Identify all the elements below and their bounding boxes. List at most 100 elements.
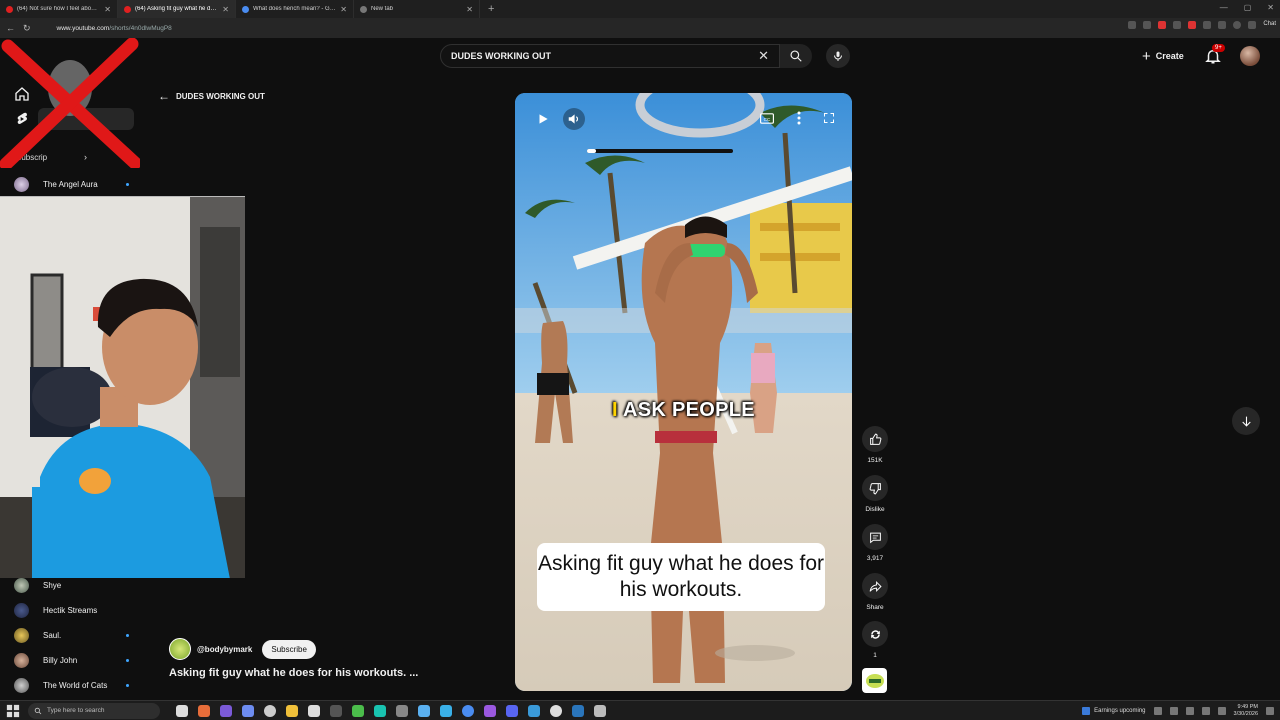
app-icon[interactable] <box>484 704 496 717</box>
chat-button[interactable]: Chat <box>1263 21 1276 29</box>
volume-button[interactable] <box>563 108 585 130</box>
profile-icon[interactable] <box>1233 21 1242 29</box>
next-video-button[interactable] <box>1232 407 1260 435</box>
comments-button[interactable] <box>862 524 888 550</box>
app-icon[interactable] <box>242 704 254 717</box>
extension-icon[interactable] <box>1143 21 1152 29</box>
app-icon[interactable] <box>440 704 452 717</box>
reload-icon[interactable]: ↻ <box>23 23 31 34</box>
video-caption-box: Asking fit guy what he does for his work… <box>537 543 825 611</box>
close-icon[interactable]: ✕ <box>466 5 473 14</box>
shorts-video-player[interactable]: CC I ASK PEOPLE Asking fit guy what he d… <box>515 93 852 691</box>
like-button[interactable] <box>862 426 888 452</box>
maximize-icon[interactable]: ▢ <box>1244 3 1252 12</box>
sidebar-channel[interactable]: The Angel Aura <box>14 176 129 192</box>
tray-icon[interactable] <box>1185 707 1194 715</box>
back-icon[interactable]: ← <box>6 23 15 33</box>
more-options-button[interactable] <box>793 109 805 127</box>
app-icon[interactable] <box>550 704 562 717</box>
tray-icon[interactable] <box>1169 707 1178 715</box>
app-icon[interactable] <box>286 704 298 717</box>
search-button[interactable] <box>780 44 812 68</box>
notifications-tray-icon[interactable] <box>1266 707 1274 715</box>
browser-tab-active[interactable]: (64) Asking fit guy what he does fo ✕ <box>118 0 236 18</box>
minimize-icon[interactable]: — <box>1220 3 1228 12</box>
sidebar-channel[interactable]: Shye <box>14 577 129 593</box>
new-tab-button[interactable]: + <box>480 3 502 15</box>
app-icon[interactable] <box>330 704 342 717</box>
cc-icon: CC <box>760 112 774 124</box>
search-input[interactable]: DUDES WORKING OUT ✕ <box>440 44 780 68</box>
windows-start-icon[interactable] <box>6 704 20 718</box>
settings-icon[interactable] <box>594 704 606 717</box>
extension-icon[interactable] <box>1173 21 1182 29</box>
search-icon <box>790 50 802 62</box>
tab-title: (64) Not sure how I feel about the <box>17 6 101 12</box>
account-avatar[interactable] <box>1240 46 1260 66</box>
clock[interactable]: 9:49 PM 3/30/2026 <box>1234 704 1258 718</box>
taskbar-search-input[interactable]: Type here to search <box>28 702 160 719</box>
app-icon[interactable] <box>374 704 386 717</box>
sidebar-channel[interactable]: Hectik Streams <box>14 602 129 618</box>
app-icon[interactable] <box>220 704 232 717</box>
new-content-dot <box>126 633 129 637</box>
close-icon[interactable]: ✕ <box>340 5 347 14</box>
video-progress-bar[interactable] <box>587 149 733 153</box>
share-button[interactable] <box>862 573 888 599</box>
extension-icon[interactable] <box>1203 21 1212 29</box>
menu-icon[interactable] <box>1248 21 1257 29</box>
tray-icon[interactable] <box>1217 707 1226 715</box>
browser-tab-bar: (64) Not sure how I feel about the ✕ (64)… <box>0 0 1280 18</box>
sidebar-channel[interactable]: Saul. <box>14 627 129 643</box>
back-to-search-link[interactable]: ← DUDES WORKING OUT <box>158 89 265 103</box>
url-host: www.youtube.com <box>56 24 110 32</box>
url-field[interactable]: www.youtube.com/shorts/4n0dlwMugP8 <box>57 25 172 32</box>
extension-icon[interactable] <box>1188 21 1197 29</box>
voice-search-button[interactable] <box>826 44 850 68</box>
tray-icon[interactable] <box>1201 707 1210 715</box>
subscribe-button[interactable]: Subscribe <box>262 639 316 659</box>
close-icon[interactable]: ✕ <box>222 5 229 14</box>
channel-avatar[interactable] <box>169 638 191 660</box>
extension-icon[interactable] <box>1158 21 1167 29</box>
share-label: Share <box>866 604 884 611</box>
play-button[interactable] <box>533 109 553 129</box>
app-icon[interactable] <box>528 704 540 717</box>
steam-icon[interactable] <box>572 704 584 717</box>
channel-handle[interactable]: @bodybymark <box>197 645 252 654</box>
app-icon[interactable] <box>352 704 364 717</box>
app-icon[interactable] <box>198 704 210 717</box>
create-button[interactable]: + Create <box>1136 46 1190 66</box>
arrow-left-icon: ← <box>158 89 170 103</box>
browser-tab[interactable]: New tab ✕ <box>354 0 480 18</box>
fullscreen-button[interactable] <box>820 109 838 127</box>
sidebar-channel[interactable]: The World of Cats <box>14 677 129 693</box>
browser-tab[interactable]: What does hench mean? - Google ✕ <box>236 0 354 18</box>
like-count: 151K <box>867 457 883 464</box>
remix-button[interactable] <box>862 621 888 647</box>
close-window-icon[interactable]: ✕ <box>1267 3 1274 12</box>
clear-icon[interactable]: ✕ <box>758 48 769 64</box>
earnings-widget[interactable]: Earnings upcoming <box>1082 707 1146 715</box>
tray-icon[interactable] <box>1153 707 1162 715</box>
captions-button[interactable]: CC <box>759 111 775 125</box>
chrome-icon[interactable] <box>462 704 474 717</box>
channel-name: Saul. <box>43 630 62 640</box>
extension-icon[interactable] <box>1218 21 1227 29</box>
channel-name: Hectik Streams <box>43 605 98 615</box>
app-icon[interactable] <box>264 704 276 717</box>
close-icon[interactable]: ✕ <box>104 5 111 14</box>
discord-icon[interactable] <box>506 704 518 717</box>
channel-avatar <box>14 677 29 693</box>
sound-thumbnail[interactable] <box>862 668 887 693</box>
video-title[interactable]: Asking fit guy what he does for his work… <box>169 667 418 679</box>
browser-tab[interactable]: (64) Not sure how I feel about the ✕ <box>0 0 118 18</box>
app-icon[interactable] <box>418 704 430 717</box>
sidebar-channel[interactable]: Billy John <box>14 652 129 668</box>
extension-icon[interactable] <box>1128 21 1137 29</box>
app-icon[interactable] <box>308 704 320 717</box>
app-icon[interactable] <box>176 704 188 717</box>
red-x-overlay <box>0 38 140 168</box>
dislike-button[interactable] <box>862 475 888 501</box>
app-icon[interactable] <box>396 704 408 717</box>
